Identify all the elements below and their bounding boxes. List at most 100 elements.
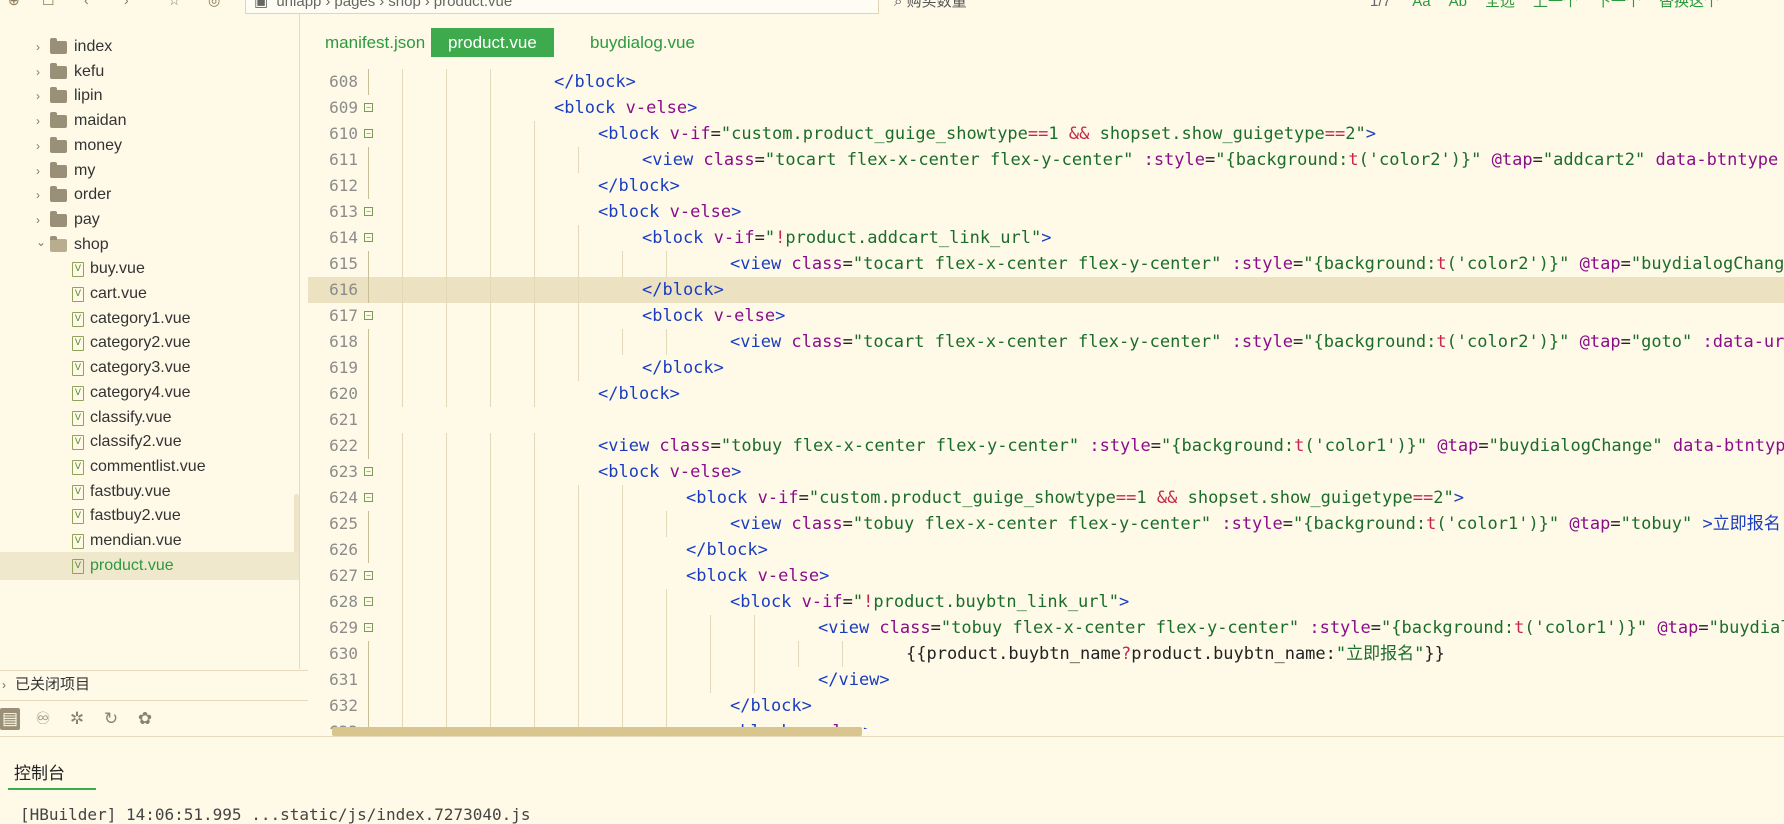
code-token: @tap bbox=[1569, 514, 1611, 534]
star-icon[interactable]: ☆ bbox=[168, 0, 181, 9]
code-line[interactable]: 613− <block v-else> bbox=[308, 199, 1784, 225]
fold-toggle-icon[interactable]: − bbox=[364, 597, 373, 606]
console-output-line: [HBuilder] 14:06:51.995 ...static/js/ind… bbox=[20, 805, 531, 824]
vue-file-icon: V bbox=[72, 361, 84, 377]
indent-guide bbox=[622, 563, 623, 589]
search-action-5[interactable]: 替换这个 bbox=[1659, 0, 1719, 10]
fold-toggle-icon[interactable]: − bbox=[364, 311, 373, 320]
code-token: class bbox=[791, 514, 843, 534]
code-line[interactable]: 631 </view> bbox=[308, 667, 1784, 693]
code-token: t bbox=[1426, 514, 1437, 534]
tab-buydialog-vue[interactable]: buydialog.vue bbox=[573, 28, 712, 57]
fold-toggle-icon[interactable]: − bbox=[364, 467, 373, 476]
back-icon[interactable]: ‹ bbox=[84, 0, 89, 8]
code-line[interactable]: 612 </block> bbox=[308, 173, 1784, 199]
fold-toggle-icon[interactable]: − bbox=[364, 103, 373, 112]
indent-guide bbox=[534, 589, 535, 615]
code-token: = bbox=[1150, 436, 1162, 456]
tab-manifest-json[interactable]: manifest.json bbox=[308, 28, 442, 57]
breadcrumb-item[interactable]: unlapp bbox=[276, 0, 321, 10]
chevron-down-icon[interactable]: ⌄ bbox=[36, 228, 46, 256]
forward-icon[interactable]: › bbox=[124, 0, 129, 8]
search-action-1[interactable]: Ab bbox=[1449, 0, 1467, 10]
fold-guide bbox=[368, 693, 369, 719]
sidebar-bottom-bar: ▤ ♾ ✲ ↻ ✿ bbox=[0, 700, 308, 736]
indent-guide bbox=[402, 459, 403, 485]
project-icon[interactable]: ▤ bbox=[0, 708, 20, 730]
code-line[interactable]: 624− <block v-if="custom.product_guige_sh… bbox=[308, 485, 1784, 511]
binoculars-icon[interactable]: ♾ bbox=[32, 708, 54, 730]
fold-toggle-icon[interactable]: − bbox=[364, 233, 373, 242]
indent-guide bbox=[490, 381, 491, 407]
search-input[interactable]: ⌕ 购买数量 bbox=[886, 0, 1366, 14]
code-line[interactable]: 626 </block> bbox=[308, 537, 1784, 563]
code-line[interactable]: 610− <block v-if="custom.product_guige_sh… bbox=[308, 121, 1784, 147]
fold-toggle-icon[interactable]: − bbox=[364, 623, 373, 632]
palette-icon[interactable]: ✿ bbox=[134, 708, 156, 730]
code-line[interactable]: 627− <block v-else> bbox=[308, 563, 1784, 589]
git-icon[interactable]: ↻ bbox=[100, 708, 122, 730]
code-line[interactable]: 618 <view class="tocart flex-x-center fle… bbox=[308, 329, 1784, 355]
fold-toggle-icon[interactable]: − bbox=[364, 129, 373, 138]
code-area[interactable]: 608 </block> 609− <block v-else> 610− <block … bbox=[308, 69, 1784, 729]
code-line[interactable]: 608 </block> bbox=[308, 69, 1784, 95]
save-icon[interactable]: ☐ bbox=[42, 0, 55, 9]
code-line[interactable]: 625 <view class="tobuy flex-x-center flex… bbox=[308, 511, 1784, 537]
code-line[interactable]: 619 </block> bbox=[308, 355, 1784, 381]
code-line[interactable]: 621 bbox=[308, 407, 1784, 433]
code-line[interactable]: 632 </block> bbox=[308, 693, 1784, 719]
fold-toggle-icon[interactable]: − bbox=[364, 207, 373, 216]
code-text: <view class="tocart flex-x-center flex-y… bbox=[642, 147, 1778, 173]
breadcrumb-item[interactable]: product.vue bbox=[434, 0, 512, 10]
code-token: ('color1')}" bbox=[1436, 514, 1560, 534]
vue-file-icon: V bbox=[72, 534, 84, 549]
breadcrumb-item[interactable]: pages bbox=[334, 0, 375, 10]
console-tab[interactable]: 控制台 bbox=[14, 759, 65, 784]
code-text: <block v-if="!product.buybtn_link_url"> bbox=[730, 589, 1129, 615]
line-number: 631 bbox=[329, 670, 358, 689]
closed-projects[interactable]: › 已关闭项目 bbox=[0, 670, 308, 698]
code-line[interactable]: 630 {{product.buybtn_name?product.buybtn_… bbox=[308, 641, 1784, 667]
code-line[interactable]: 611 <view class="tocart flex-x-center fle… bbox=[308, 147, 1784, 173]
code-line[interactable]: 616 </block> bbox=[308, 277, 1784, 303]
indent-guide bbox=[622, 667, 623, 693]
code-line[interactable]: 617− <block v-else> bbox=[308, 303, 1784, 329]
search-action-3[interactable]: 上一个 bbox=[1533, 0, 1578, 10]
code-token: :style bbox=[1309, 618, 1371, 638]
code-line[interactable]: 628− <block v-if="!product.buybtn_link_ur… bbox=[308, 589, 1784, 615]
code-token: = bbox=[754, 228, 765, 248]
code-token: = bbox=[842, 514, 853, 534]
code-line[interactable]: 629− <view class="tobuy flex-x-center fle… bbox=[308, 615, 1784, 641]
indent-guide bbox=[578, 225, 579, 251]
line-number: 625 bbox=[329, 514, 358, 533]
code-line[interactable]: 622 <view class="tobuy flex-x-center flex… bbox=[308, 433, 1784, 459]
code-line[interactable]: 623− <block v-else> bbox=[308, 459, 1784, 485]
fold-toggle-icon[interactable]: − bbox=[364, 571, 373, 580]
breadcrumb[interactable]: ▣ unlapp › pages › shop › product.vue bbox=[245, 0, 879, 14]
search-action-0[interactable]: Aa bbox=[1412, 0, 1430, 10]
new-file-icon[interactable]: ⊕ bbox=[8, 0, 20, 9]
code-line[interactable]: 609− <block v-else> bbox=[308, 95, 1784, 121]
horizontal-scrollbar[interactable] bbox=[332, 727, 862, 736]
breadcrumb-item[interactable]: shop bbox=[388, 0, 421, 10]
code-token: = bbox=[1532, 150, 1543, 170]
bug-icon[interactable]: ✲ bbox=[66, 708, 88, 730]
search-actions: 1/7 Aa Ab 全选 上一个 下一个 替换这个 bbox=[1370, 0, 1755, 14]
indent-guide bbox=[534, 641, 535, 667]
code-editor[interactable]: manifest.json product.vue buydialog.vue 60… bbox=[308, 14, 1784, 736]
code-token: :style bbox=[1221, 514, 1283, 534]
code-line[interactable]: 620 </block> bbox=[308, 381, 1784, 407]
indent-guide bbox=[490, 641, 491, 667]
tab-product-vue[interactable]: product.vue bbox=[431, 28, 554, 57]
search-action-2[interactable]: 全选 bbox=[1485, 0, 1515, 10]
code-token: 1 bbox=[1136, 488, 1157, 508]
code-line[interactable]: 614− <block v-if="!product.addcart_link_u… bbox=[308, 225, 1784, 251]
code-line[interactable]: 615 <view class="tocart flex-x-center fle… bbox=[308, 251, 1784, 277]
fold-toggle-icon[interactable]: − bbox=[364, 493, 373, 502]
code-token: = bbox=[1205, 150, 1216, 170]
file-product-vue[interactable]: Vproduct.vue bbox=[0, 551, 299, 580]
run-icon[interactable]: ◎ bbox=[208, 0, 220, 9]
line-number: 608 bbox=[329, 72, 358, 91]
search-action-4[interactable]: 下一个 bbox=[1596, 0, 1641, 10]
